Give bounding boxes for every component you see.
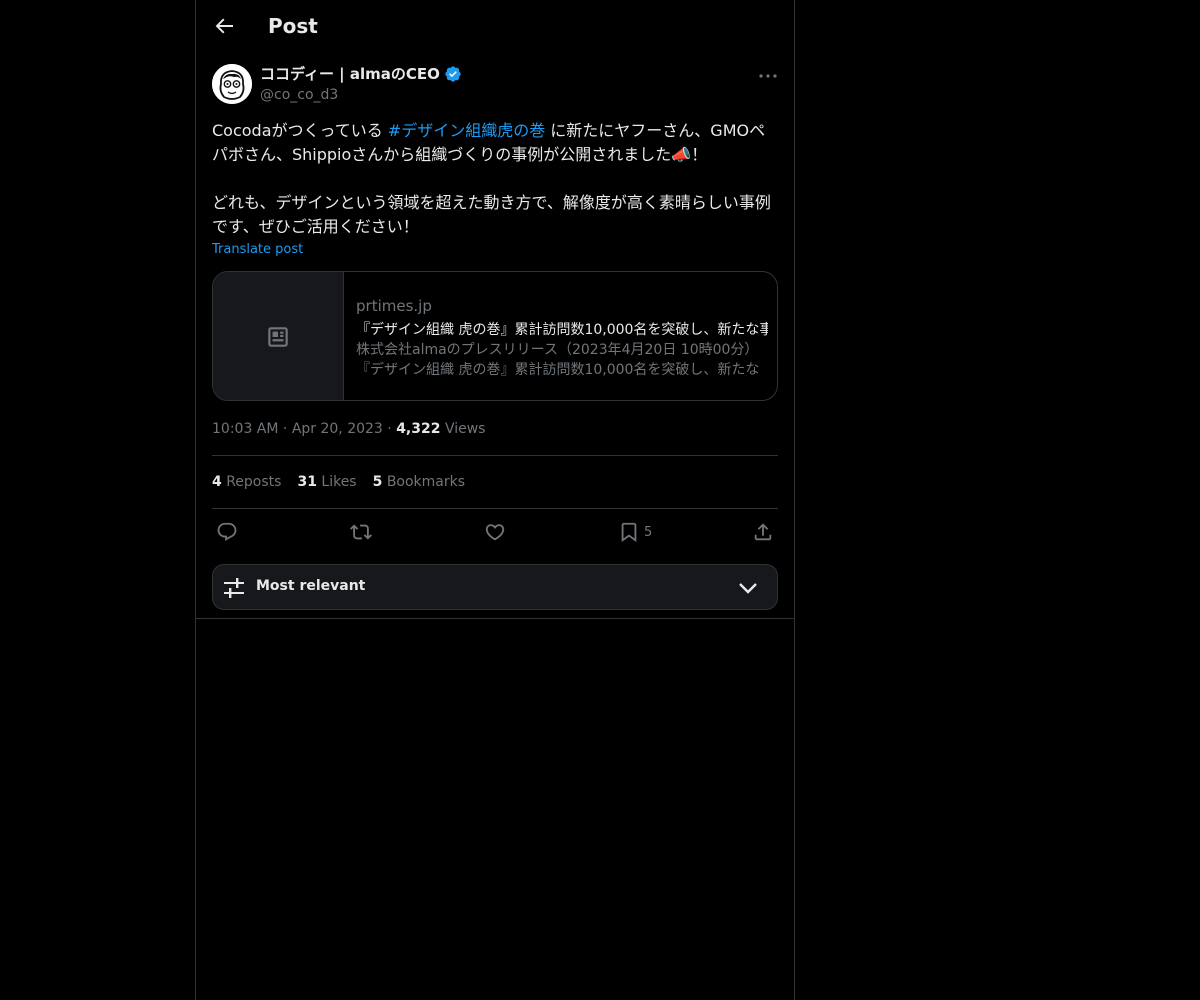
- chevron-down-icon: [739, 583, 757, 594]
- action-bar: 5: [212, 520, 778, 544]
- repost-button[interactable]: [350, 520, 372, 544]
- bookmark-icon: [621, 522, 637, 543]
- reply-icon: [217, 522, 237, 541]
- heart-icon: [485, 524, 505, 541]
- link-card[interactable]: prtimes.jp 『デザイン組織 虎の巻』累計訪問数10,000名を突破し、…: [212, 271, 778, 401]
- post-time[interactable]: 10:03 AM: [212, 421, 278, 437]
- likes-stat[interactable]: 31 Likes: [297, 472, 356, 492]
- divider: [212, 508, 778, 509]
- avatar[interactable]: [212, 64, 252, 104]
- card-description: 株式会社almaのプレスリリース（2023年4月20日 10時00分）『デザイン…: [356, 342, 760, 378]
- engagement-stats: 4 Reposts 31 Likes 5 Bookmarks: [212, 472, 465, 492]
- bookmark-button[interactable]: 5: [618, 520, 652, 544]
- translate-post-link[interactable]: Translate post: [212, 242, 303, 257]
- article-icon: [268, 327, 288, 347]
- reposts-count: 4: [212, 474, 222, 490]
- likes-label: Likes: [321, 474, 357, 490]
- back-arrow-icon[interactable]: [212, 14, 236, 38]
- page-title: Post: [268, 14, 318, 38]
- post-column: Post ココディー | almaのCEO @co_co_d3 Cocodaがつ…: [195, 0, 795, 1000]
- more-options-icon[interactable]: [756, 64, 780, 88]
- meta-separator: ·: [387, 421, 392, 437]
- card-title: 『デザイン組織 虎の巻』累計訪問数10,000名を突破し、新たな事例を公開: [356, 322, 768, 338]
- divider: [196, 618, 794, 619]
- post-meta: 10:03 AM · Apr 20, 2023 · 4,322 Views: [212, 419, 485, 439]
- likes-count: 31: [297, 474, 317, 490]
- hashtag-link[interactable]: #デザイン組織虎の巻: [388, 121, 545, 140]
- card-domain: prtimes.jp: [356, 297, 432, 315]
- sort-label: Most relevant: [256, 578, 366, 594]
- repost-icon: [350, 524, 372, 540]
- reply-button[interactable]: [216, 520, 238, 544]
- meta-separator: ·: [282, 421, 288, 437]
- author-name[interactable]: ココディー | almaのCEO: [260, 64, 440, 84]
- post-text: Cocodaがつくっている #デザイン組織虎の巻 に新たにヤフーさん、GMOペパ…: [212, 119, 778, 239]
- author-name-row[interactable]: ココディー | almaのCEO: [260, 64, 462, 84]
- share-icon: [754, 523, 772, 541]
- post-text-part: Cocodaがつくっている: [212, 121, 388, 140]
- views-count: 4,322: [396, 421, 441, 437]
- verified-badge-icon: [444, 65, 462, 83]
- bookmark-count: 5: [644, 524, 653, 540]
- author-handle[interactable]: @co_co_d3: [260, 86, 338, 104]
- views-label: Views: [444, 421, 486, 437]
- bookmarks-label: Bookmarks: [386, 474, 466, 490]
- reposts-stat[interactable]: 4 Reposts: [212, 472, 281, 492]
- reposts-label: Reposts: [226, 474, 282, 490]
- sort-replies-dropdown[interactable]: Most relevant: [212, 564, 778, 610]
- card-thumbnail: [213, 272, 344, 400]
- sliders-icon: [224, 578, 244, 598]
- divider: [212, 455, 778, 456]
- bookmarks-count: 5: [372, 474, 383, 490]
- post-header: Post: [196, 0, 794, 54]
- share-button[interactable]: [752, 520, 774, 544]
- like-button[interactable]: [484, 520, 506, 544]
- bookmarks-stat[interactable]: 5 Bookmarks: [373, 472, 465, 492]
- post-date[interactable]: Apr 20, 2023: [292, 421, 383, 437]
